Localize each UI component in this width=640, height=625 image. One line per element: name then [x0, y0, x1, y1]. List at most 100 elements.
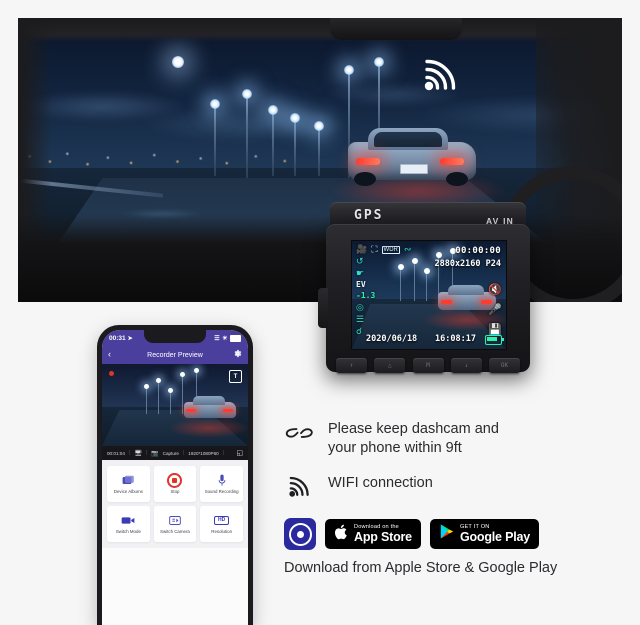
tile-stop[interactable]: Stop	[153, 466, 197, 502]
osd-date: 2020/06/18	[366, 334, 418, 344]
hero-night-driving-scene	[18, 18, 622, 302]
rearview-mirror	[330, 18, 462, 40]
key-icon: ☌	[356, 326, 363, 336]
dashcam-button[interactable]: △	[374, 357, 406, 373]
tile-label: Resolution	[211, 528, 233, 534]
app-store-badge[interactable]: Download on the App Store	[325, 519, 421, 550]
moon-icon	[172, 56, 184, 68]
albums-icon	[122, 474, 135, 487]
preview-control-bar: 00:01:04 | 🖥 | 📷 Capture | 1920*1080P60 …	[102, 446, 248, 460]
recording-resolution: 2880x2160 P24	[434, 259, 501, 269]
dashcam-ok-button[interactable]: OK	[489, 357, 520, 373]
tile-switch-camera[interactable]: Switch Camera	[153, 506, 197, 542]
street-lamp	[210, 99, 220, 176]
gps-brand-label: GPS	[354, 208, 384, 223]
photo-icon: ⛶	[371, 244, 378, 254]
apple-logo-icon	[334, 523, 349, 546]
quality-toggle-button[interactable]: T	[229, 370, 242, 383]
wifi-signal-icon	[284, 474, 316, 498]
tile-label: Sound Recording	[204, 488, 239, 494]
app-bar: ‹ Recorder Preview	[102, 346, 248, 364]
preview-timer: 00:01:04	[107, 450, 125, 456]
stop-record-icon	[167, 472, 183, 488]
wdr-icon: WDR	[381, 245, 400, 254]
dashcam-body: 🎥 ⛶ WDR ∾ ↺ ☛ EV -1.3 ◎ ☰ ☌ 00:00:00 288…	[318, 224, 530, 373]
battery-icon	[230, 334, 241, 342]
info-line-1: Please keep dashcam and	[328, 421, 499, 437]
phone-screen: 00:31 ➤ ☰ ☀ ‹ Recorder Preview T 00:01:0…	[102, 330, 248, 625]
screen-icon[interactable]: 🖥	[134, 450, 142, 457]
dashcam-button[interactable]: ↑	[336, 357, 367, 373]
capture-label[interactable]: Capture	[163, 451, 179, 456]
motion-wave-icon: ∾	[403, 244, 412, 254]
app-logo-icon	[284, 518, 316, 551]
info-text-distance: Please keep dashcam and your phone withi…	[328, 420, 499, 458]
ev-value: -1.3	[356, 291, 376, 300]
video-mode-icon	[121, 514, 135, 527]
mic-audio-icon: 🎤	[488, 304, 502, 316]
lens-housing	[318, 288, 328, 328]
hd-icon: HD	[214, 514, 230, 527]
recording-dot-icon	[109, 371, 114, 376]
street-lamp	[290, 113, 300, 176]
divider: |	[128, 450, 131, 456]
tile-switch-mode[interactable]: Switch Mode	[107, 506, 150, 542]
info-line-1: WIFI connection	[328, 475, 433, 492]
gps-icon: ◎	[356, 302, 364, 312]
app-bar-title: Recorder Preview	[147, 351, 203, 359]
tile-device-albums[interactable]: Device Albums	[107, 466, 150, 502]
divider: |	[145, 450, 148, 456]
camera-icon[interactable]: 📷	[151, 450, 158, 457]
info-row-wifi: WIFI connection	[284, 474, 624, 498]
ev-label: EV	[356, 280, 366, 289]
dashcam-screen: 🎥 ⛶ WDR ∾ ↺ ☛ EV -1.3 ◎ ☰ ☌ 00:00:00 288…	[351, 240, 507, 350]
tile-label: Switch Camera	[160, 528, 190, 534]
gear-icon[interactable]	[233, 349, 242, 360]
status-bar-time: 00:31	[109, 334, 126, 342]
divider: |	[182, 450, 185, 456]
product-marketing-page: GPS AV IN 🎥 ⛶ WDR ∾ ↺ ☛ EV -1.3 ◎ ☰ ☌ 00…	[0, 0, 640, 625]
car-interior-roof	[18, 18, 622, 42]
recorder-preview-video[interactable]: T	[102, 364, 248, 446]
app-function-grid: Device Albums Stop Sound Recording Switc…	[102, 460, 248, 548]
dashcam-button[interactable]: ↓	[450, 357, 482, 373]
car-graphic	[348, 128, 476, 190]
location-arrow-icon: ➤	[127, 335, 133, 342]
tile-resolution[interactable]: HD Resolution	[200, 506, 243, 542]
info-panel: Please keep dashcam and your phone withi…	[284, 420, 624, 600]
wifi-icon: ☀	[222, 335, 228, 342]
recording-timer: 00:00:00	[455, 246, 501, 256]
tile-sound-recording[interactable]: Sound Recording	[200, 466, 243, 502]
info-row-distance: Please keep dashcam and your phone withi…	[284, 420, 624, 458]
preview-resolution: 1920*1080P60	[188, 450, 219, 456]
phone-notch	[144, 330, 206, 343]
phone-content-area	[102, 548, 248, 625]
dashcam-button-row: ↑ △ M ↓ OK	[336, 354, 520, 376]
dashcam-button[interactable]: M	[412, 357, 444, 373]
wifi-signal-icon	[422, 58, 460, 92]
mic-muted-icon: 🔇	[488, 284, 502, 296]
street-lamp	[268, 105, 278, 176]
osd-left-icon-column: 🎥 ⛶ WDR ∾ ↺ ☛ EV -1.3 ◎ ☰ ☌	[356, 245, 411, 336]
fullscreen-icon[interactable]: ◱	[236, 449, 243, 457]
osd-right-icon-column: 🔇 🎤 💾	[488, 285, 502, 336]
google-play-badge[interactable]: GET IT ON Google Play	[429, 519, 539, 550]
link-chain-icon	[284, 420, 316, 444]
divider: |	[222, 450, 224, 456]
switch-camera-icon	[169, 514, 181, 527]
download-note: Download from Apple Store & Google Play	[284, 560, 558, 577]
video-camera-icon: 🎥	[356, 244, 368, 254]
microphone-icon	[218, 474, 226, 487]
street-lamp	[242, 89, 252, 178]
store-badges: Download on the App Store GET IT ON Goog…	[284, 518, 624, 551]
info-text-wifi: WIFI connection	[328, 474, 433, 493]
chevron-left-icon[interactable]: ‹	[108, 350, 111, 359]
signal-bars-icon: ☰	[356, 314, 365, 324]
tile-label: Device Albums	[113, 488, 143, 494]
tile-label: Switch Mode	[115, 528, 141, 534]
smartphone-mockup: 00:31 ➤ ☰ ☀ ‹ Recorder Preview T 00:01:0…	[97, 325, 253, 625]
motion-detect-icon: ☛	[356, 268, 365, 278]
street-lamp	[314, 121, 324, 176]
google-play-icon	[439, 523, 455, 545]
info-line-2: your phone within 9ft	[328, 440, 462, 457]
